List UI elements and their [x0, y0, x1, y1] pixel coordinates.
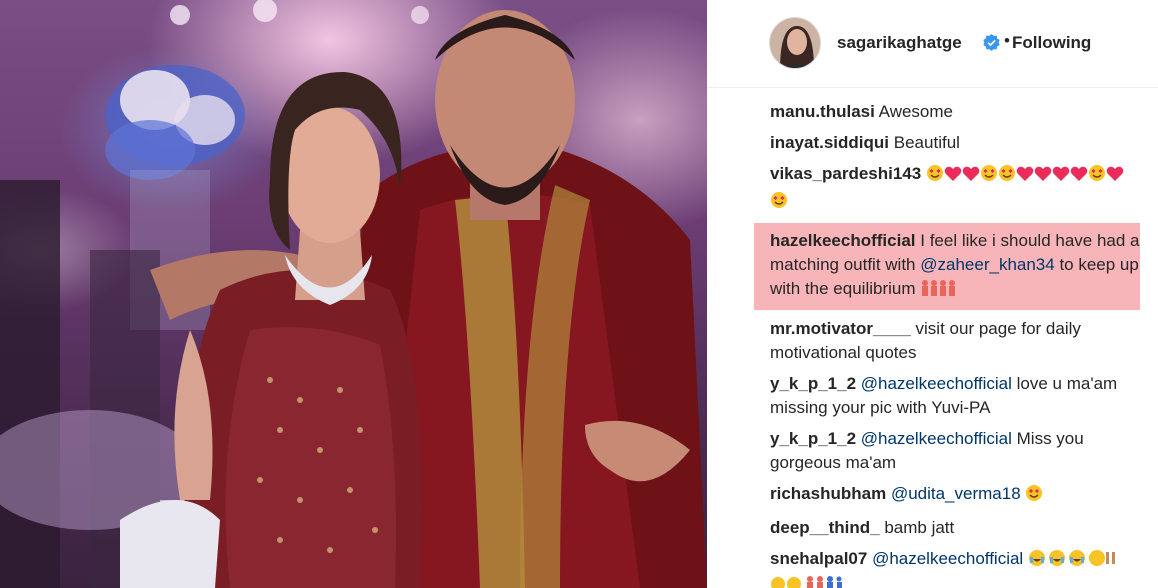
heart-eyes-emoji-icon	[1088, 164, 1106, 189]
following-button[interactable]: Following	[1012, 33, 1091, 53]
comment-item: mr.motivator____ visit our page for dail…	[770, 317, 1140, 365]
heart-eyes-emoji-icon	[1025, 484, 1043, 509]
comment-username[interactable]: y_k_p_1_2	[770, 429, 856, 448]
comment-username[interactable]: vikas_pardeshi143	[770, 164, 921, 183]
heart-eyes-emoji-icon	[770, 191, 788, 216]
heart-emoji-icon	[1070, 165, 1088, 189]
heart-emoji-icon	[962, 165, 980, 189]
comment-username[interactable]: manu.thulasi	[770, 102, 875, 121]
comment-username[interactable]: inayat.siddiqui	[770, 133, 889, 152]
comment-item: hazelkeechofficial I feel like i should …	[770, 229, 1140, 304]
comment-item: y_k_p_1_2 @hazelkeechofficial Miss you g…	[770, 427, 1140, 475]
username-link[interactable]: sagarikaghatge	[837, 33, 962, 53]
comment-username[interactable]: mr.motivator____	[770, 319, 911, 338]
comment-item: deep__thind_ bamb jatt	[770, 516, 1140, 540]
separator-dot: •	[1004, 31, 1010, 50]
heart-emoji-icon	[944, 165, 962, 189]
comment-mention[interactable]: @udita_verma18	[891, 484, 1021, 503]
comment-item: richashubham @udita_verma18	[770, 482, 1140, 509]
comment-mention[interactable]: @hazelkeechofficial	[872, 549, 1023, 568]
comment-mention[interactable]: @hazelkeechofficial	[861, 374, 1012, 393]
heart-emoji-icon	[1106, 165, 1124, 189]
heart-emoji-icon	[1016, 165, 1034, 189]
comment-username[interactable]: hazelkeechofficial	[770, 231, 916, 250]
comment-text: bamb jatt	[884, 518, 955, 537]
comment-username[interactable]: deep__thind_	[770, 518, 880, 537]
emoji-row-second-line	[770, 574, 1140, 588]
comment-username[interactable]: richashubham	[770, 484, 886, 503]
heart-emoji-icon	[1034, 165, 1052, 189]
avatar-image	[770, 18, 820, 68]
comment-item: inayat.siddiqui Beautiful	[770, 131, 1140, 155]
heart-eyes-emoji-icon	[926, 164, 944, 189]
heart-emoji-icon	[1052, 165, 1070, 189]
avatar[interactable]	[769, 17, 821, 69]
highlighted-comment: hazelkeechofficial I feel like i should …	[754, 223, 1140, 310]
party-emoji-icon	[770, 574, 842, 588]
comment-username[interactable]: y_k_p_1_2	[770, 374, 856, 393]
heart-eyes-emoji-icon	[980, 164, 998, 189]
comment-mention[interactable]: @zaheer_khan34	[920, 255, 1054, 274]
verified-badge-icon	[983, 34, 1000, 51]
laughing-emoji-icon	[1028, 549, 1124, 574]
photo-illustration	[0, 0, 707, 588]
comment-item: y_k_p_1_2 @hazelkeechofficial love u ma'…	[770, 372, 1140, 420]
comment-item: snehalpal07 @hazelkeechofficial	[770, 547, 1140, 588]
post-photo	[0, 0, 707, 588]
comment-username[interactable]: snehalpal07	[770, 549, 867, 568]
comment-item: vikas_pardeshi143	[770, 162, 1140, 216]
heart-eyes-emoji-icon	[998, 164, 1016, 189]
comment-text: Awesome	[878, 102, 953, 121]
post-side-panel: sagarikaghatge • Following manu.thulasi …	[707, 0, 1158, 588]
comment-item: manu.thulasi Awesome	[770, 100, 1140, 124]
comment-text: Beautiful	[893, 133, 960, 152]
post-header: sagarikaghatge • Following	[707, 0, 1158, 88]
comment-mention[interactable]: @hazelkeechofficial	[861, 429, 1012, 448]
comments-list: manu.thulasi Awesome inayat.siddiqui Bea…	[754, 100, 1140, 588]
dancers-emoji-icon	[920, 279, 956, 304]
